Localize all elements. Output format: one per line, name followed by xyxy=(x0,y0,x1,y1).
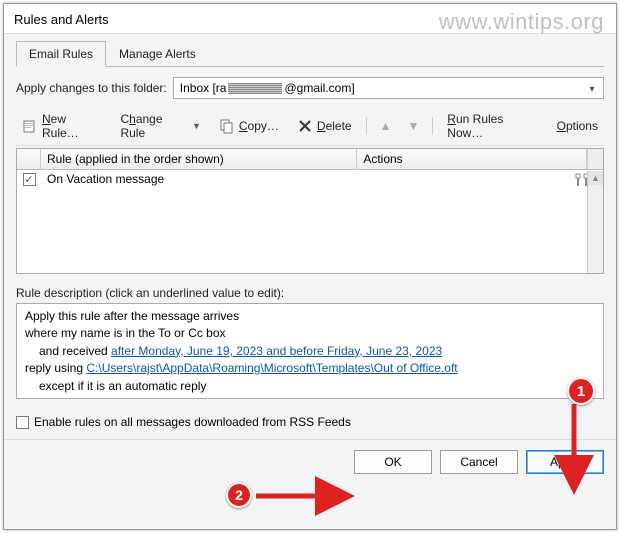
rule-checkbox[interactable]: ✓ xyxy=(23,173,36,186)
rules-grid: Rule (applied in the order shown) Action… xyxy=(16,148,604,274)
col-rule-header[interactable]: Rule (applied in the order shown) xyxy=(41,149,357,169)
folder-label: Apply changes to this folder: xyxy=(16,81,167,95)
new-rule-button[interactable]: New Rule… xyxy=(18,110,106,142)
window-title: Rules and Alerts xyxy=(4,4,616,34)
annotation-badge-2: 2 xyxy=(226,482,252,508)
rules-and-alerts-dialog: Rules and Alerts www.wintips.org Email R… xyxy=(3,3,617,530)
rss-checkbox[interactable] xyxy=(16,416,29,429)
delete-button[interactable]: Delete xyxy=(293,116,356,136)
options-button[interactable]: Options xyxy=(553,117,602,135)
ok-button[interactable]: OK xyxy=(354,450,432,474)
col-actions-header[interactable]: Actions xyxy=(357,149,587,169)
date-range-link[interactable]: after Monday, June 19, 2023 and before F… xyxy=(111,344,442,358)
desc-line4-prefix: reply using xyxy=(25,361,86,375)
cancel-button[interactable]: Cancel xyxy=(440,450,518,474)
run-rules-now-button[interactable]: Run Rules Now… xyxy=(443,110,542,142)
scroll-up-icon[interactable]: ▲ xyxy=(588,171,603,185)
new-rule-icon xyxy=(22,118,38,134)
copy-button[interactable]: Copy… xyxy=(215,116,283,136)
template-path-link[interactable]: C:\Users\rajst\AppData\Roaming\Microsoft… xyxy=(86,361,457,375)
dropdown-icon: ▼ xyxy=(192,121,201,131)
apply-button[interactable]: Apply xyxy=(526,450,604,474)
col-checkbox xyxy=(17,149,41,169)
separator xyxy=(432,117,433,135)
tab-manage-alerts[interactable]: Manage Alerts xyxy=(106,41,209,67)
description-box: Apply this rule after the message arrive… xyxy=(16,303,604,399)
toolbar: New Rule… Change Rule▼ Copy… Delete ▲ ▼ xyxy=(16,107,604,146)
folder-dropdown[interactable]: Inbox [ra @gmail.com] ▾ xyxy=(173,77,604,99)
separator xyxy=(366,117,367,135)
desc-line5: except if it is an automatic reply xyxy=(25,378,595,395)
desc-line2: where my name is in the To or Cc box xyxy=(25,325,595,342)
scroll-header-gap xyxy=(587,149,603,169)
annotation-arrow-2 xyxy=(252,486,352,510)
desc-line3-prefix: and received xyxy=(39,344,111,358)
delete-icon xyxy=(297,118,313,134)
folder-value-suffix: @gmail.com] xyxy=(284,81,354,95)
folder-value-prefix: Inbox [ra xyxy=(180,81,227,95)
chevron-down-icon: ▾ xyxy=(585,82,599,96)
move-down-button[interactable]: ▼ xyxy=(404,119,422,133)
redacted-text xyxy=(228,83,282,94)
rule-actions-icons xyxy=(367,170,603,189)
tab-email-rules[interactable]: Email Rules xyxy=(16,41,106,67)
description-label: Rule description (click an underlined va… xyxy=(16,286,604,300)
tabstrip: Email Rules Manage Alerts xyxy=(16,40,604,67)
rule-name: On Vacation message xyxy=(41,170,367,188)
rss-label: Enable rules on all messages downloaded … xyxy=(34,415,351,429)
change-rule-button[interactable]: Change Rule▼ xyxy=(116,110,204,142)
table-row[interactable]: ✓ On Vacation message xyxy=(17,170,603,189)
move-up-button[interactable]: ▲ xyxy=(377,119,395,133)
grid-scrollbar[interactable]: ▲ xyxy=(587,171,603,273)
dialog-buttons: OK Cancel Apply xyxy=(4,439,616,484)
desc-line1: Apply this rule after the message arrive… xyxy=(25,308,595,325)
copy-icon xyxy=(219,118,235,134)
